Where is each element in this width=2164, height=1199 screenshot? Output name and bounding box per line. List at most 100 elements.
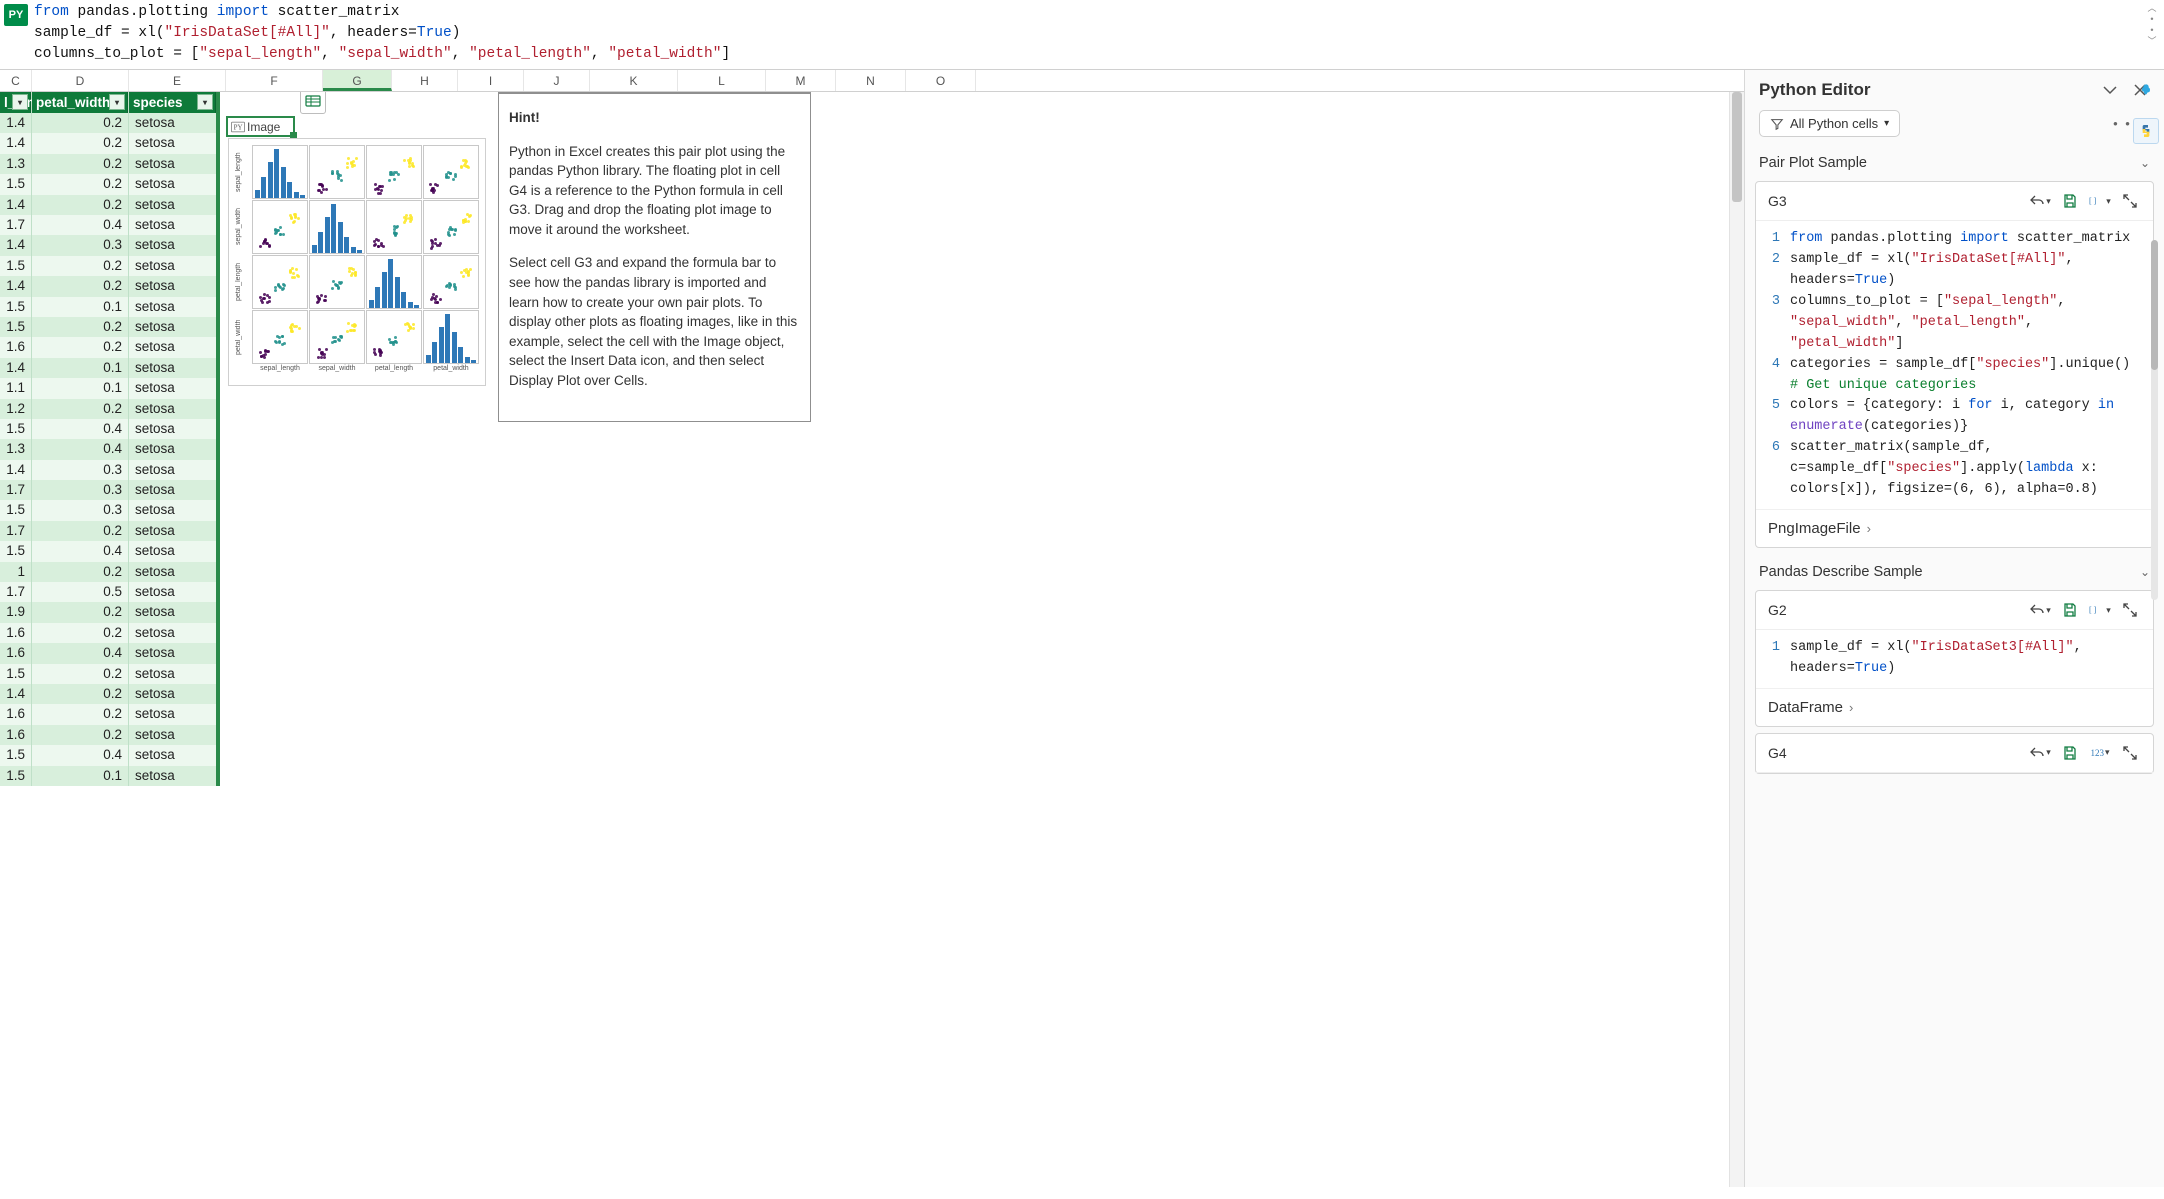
table-cell[interactable]: 0.1	[32, 358, 128, 378]
table-cell[interactable]: 1.5	[0, 256, 31, 276]
col-header-H[interactable]: H	[392, 70, 458, 91]
table-cell[interactable]: 1.7	[0, 582, 31, 602]
table-cell[interactable]: 1.4	[0, 460, 31, 480]
table-cell[interactable]: 0.2	[32, 276, 128, 296]
table-cell[interactable]: 0.2	[32, 684, 128, 704]
expand-button[interactable]	[2119, 742, 2141, 764]
table-cell[interactable]: 0.4	[32, 745, 128, 765]
filter-icon[interactable]: ▾	[109, 94, 125, 110]
table-cell[interactable]: 1.6	[0, 643, 31, 663]
table-cell[interactable]: setosa	[129, 195, 216, 215]
filter-icon[interactable]: ▾	[197, 94, 213, 110]
expand-button[interactable]	[2119, 190, 2141, 212]
table-cell[interactable]: setosa	[129, 419, 216, 439]
table-cell[interactable]: 0.2	[32, 133, 128, 153]
expand-button[interactable]	[2119, 599, 2141, 621]
table-cell[interactable]: 1.4	[0, 133, 31, 153]
table-cell[interactable]: 0.1	[32, 766, 128, 786]
col-header-L[interactable]: L	[678, 70, 766, 91]
table-cell[interactable]: setosa	[129, 541, 216, 561]
filter-dropdown[interactable]: All Python cells ▾	[1759, 110, 1900, 137]
table-cell[interactable]: 1.5	[0, 541, 31, 561]
table-cell[interactable]: 1.5	[0, 745, 31, 765]
table-cell[interactable]: 0.3	[32, 235, 128, 255]
table-cell[interactable]: 0.2	[32, 623, 128, 643]
table-cell[interactable]: 0.2	[32, 337, 128, 357]
table-cell[interactable]: setosa	[129, 113, 216, 133]
code-body[interactable]: 1from pandas.plotting import scatter_mat…	[1756, 221, 2153, 509]
col-header-K[interactable]: K	[590, 70, 678, 91]
col-header-G[interactable]: G	[323, 70, 392, 91]
table-cell[interactable]: setosa	[129, 643, 216, 663]
table-cell[interactable]: setosa	[129, 378, 216, 398]
table-cell[interactable]: setosa	[129, 521, 216, 541]
table-cell[interactable]: setosa	[129, 358, 216, 378]
spreadsheet[interactable]: C D E F G H I J K L M N O l_length▾1.41.…	[0, 70, 1744, 1187]
table-cell[interactable]: 0.2	[32, 725, 128, 745]
table-cell[interactable]: 1.7	[0, 480, 31, 500]
table-cell[interactable]: 0.2	[32, 562, 128, 582]
copilot-icon[interactable]	[2133, 78, 2159, 104]
table-cell[interactable]: 1.4	[0, 276, 31, 296]
table-cell[interactable]: 0.5	[32, 582, 128, 602]
scroll-thumb[interactable]	[1732, 92, 1742, 202]
table-cell[interactable]: 1.4	[0, 358, 31, 378]
table-cell[interactable]: 0.4	[32, 439, 128, 459]
table-cell[interactable]: setosa	[129, 704, 216, 724]
table-cell[interactable]: 1.9	[0, 602, 31, 622]
table-cell[interactable]: 1.6	[0, 704, 31, 724]
save-button[interactable]	[2059, 742, 2081, 764]
table-cell[interactable]: setosa	[129, 582, 216, 602]
section-pair-plot[interactable]: Pair Plot Sample ⌄	[1753, 145, 2156, 181]
undo-button[interactable]: ▾	[2029, 742, 2051, 764]
col-header-J[interactable]: J	[524, 70, 590, 91]
table-cell[interactable]: 0.2	[32, 195, 128, 215]
col-header-M[interactable]: M	[766, 70, 836, 91]
table-cell[interactable]: 0.4	[32, 215, 128, 235]
table-cell[interactable]: 0.3	[32, 480, 128, 500]
table-cell[interactable]: 0.3	[32, 500, 128, 520]
table-cell[interactable]: setosa	[129, 256, 216, 276]
table-cell[interactable]: 1.4	[0, 235, 31, 255]
table-cell[interactable]: setosa	[129, 664, 216, 684]
undo-button[interactable]: ▾	[2029, 190, 2051, 212]
save-button[interactable]	[2059, 599, 2081, 621]
table-cell[interactable]: 1.7	[0, 215, 31, 235]
pair-plot-image[interactable]: sepal_lengthsepal_widthpetal_lengthpetal…	[228, 138, 486, 386]
table-header[interactable]: l_length▾	[0, 92, 31, 113]
collapse-icon[interactable]	[2100, 80, 2120, 100]
table-cell[interactable]: 0.2	[32, 399, 128, 419]
table-cell[interactable]: setosa	[129, 235, 216, 255]
table-cell[interactable]: setosa	[129, 337, 216, 357]
table-cell[interactable]: setosa	[129, 766, 216, 786]
insert-data-button[interactable]	[300, 92, 326, 114]
panel-scrollbar[interactable]	[2151, 240, 2158, 600]
output-type-button[interactable]: [ ]▾	[2089, 190, 2111, 212]
table-cell[interactable]: 0.2	[32, 602, 128, 622]
table-cell[interactable]: 1.5	[0, 174, 31, 194]
table-cell[interactable]: 0.3	[32, 460, 128, 480]
table-cell[interactable]: 1	[0, 562, 31, 582]
col-header-F[interactable]: F	[226, 70, 323, 91]
table-cell[interactable]: setosa	[129, 297, 216, 317]
col-header-E[interactable]: E	[129, 70, 226, 91]
table-cell[interactable]: 1.6	[0, 623, 31, 643]
undo-button[interactable]: ▾	[2029, 599, 2051, 621]
section-pandas-describe[interactable]: Pandas Describe Sample ⌄	[1753, 554, 2156, 590]
table-cell[interactable]: 0.1	[32, 378, 128, 398]
table-cell[interactable]: setosa	[129, 317, 216, 337]
scroll-thumb[interactable]	[2151, 240, 2158, 370]
table-cell[interactable]: setosa	[129, 562, 216, 582]
table-cell[interactable]: 0.4	[32, 419, 128, 439]
table-cell[interactable]: 1.5	[0, 664, 31, 684]
table-cell[interactable]: setosa	[129, 745, 216, 765]
table-cell[interactable]: setosa	[129, 500, 216, 520]
table-cell[interactable]: 1.4	[0, 113, 31, 133]
table-cell[interactable]: setosa	[129, 154, 216, 174]
table-cell[interactable]: 1.1	[0, 378, 31, 398]
table-cell[interactable]: 1.5	[0, 766, 31, 786]
table-cell[interactable]: 1.6	[0, 725, 31, 745]
table-cell[interactable]: setosa	[129, 399, 216, 419]
cell-result[interactable]: DataFrame›	[1756, 688, 2153, 726]
table-cell[interactable]: 1.6	[0, 337, 31, 357]
